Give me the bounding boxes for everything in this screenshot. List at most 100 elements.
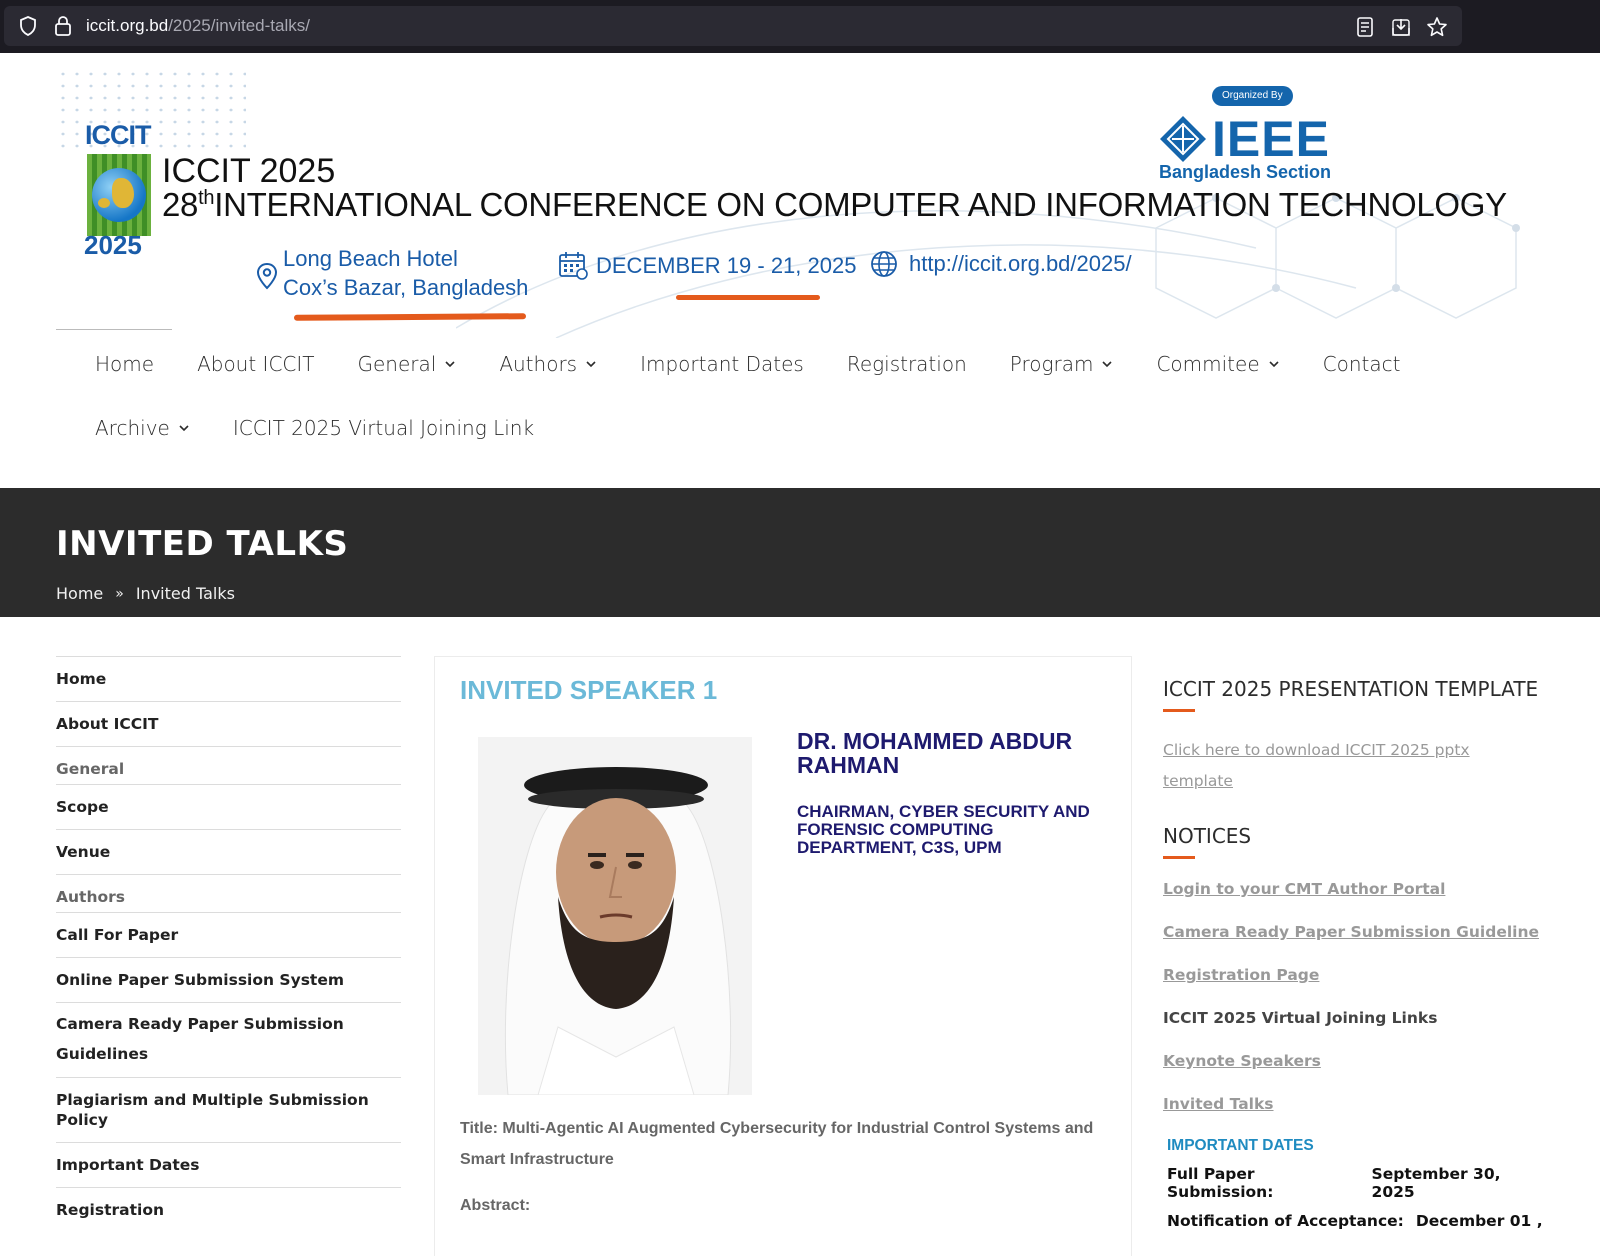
- nav-item-label: General: [357, 352, 437, 376]
- important-dates-list: Full Paper Submission: September 30, 2025…: [1167, 1165, 1543, 1230]
- logo-wordmark: ICCIT: [85, 120, 151, 150]
- sidebar-item-venue[interactable]: Venue: [56, 829, 401, 874]
- speaker-role: CHAIRMAN, CYBER SECURITY AND FORENSIC CO…: [797, 802, 1090, 857]
- star-bookmark-icon[interactable]: [1426, 16, 1448, 38]
- url-host: iccit.org.bd: [86, 16, 169, 35]
- nav-item-label: Authors: [499, 352, 578, 376]
- breadcrumb-home[interactable]: Home: [56, 584, 103, 603]
- sidebar-item-registration[interactable]: Registration: [56, 1187, 401, 1232]
- important-date-row: Full Paper Submission: September 30, 2025: [1167, 1165, 1543, 1201]
- nav-item-label: Important Dates: [640, 352, 804, 376]
- calendar-icon: [559, 252, 588, 280]
- nav-item-label: About ICCIT: [197, 352, 315, 376]
- important-dates-heading: IMPORTANT DATES: [1167, 1137, 1314, 1154]
- sidebar-group-authors: Authors: [56, 874, 401, 912]
- location-pin-icon: [256, 262, 278, 290]
- heading-accent-bar: [1163, 709, 1195, 712]
- reader-view-icon[interactable]: [1354, 16, 1376, 38]
- nav-item-iccit-2025-virtual-joining-link[interactable]: ICCIT 2025 Virtual Joining Link: [233, 416, 534, 440]
- notice-camera-ready-paper-submission-guideline[interactable]: Camera Ready Paper Submission Guideline: [1163, 922, 1543, 943]
- chevron-down-icon: [445, 361, 455, 368]
- nav-item-archive[interactable]: Archive: [95, 416, 190, 440]
- sidebar-item-online-paper-submission-system[interactable]: Online Paper Submission System: [56, 957, 401, 1002]
- venue-city: Cox’s Bazar, Bangladesh: [283, 275, 529, 300]
- conference-full-title: 28thINTERNATIONAL CONFERENCE ON COMPUTER…: [162, 186, 1507, 223]
- nav-item-label: ICCIT 2025 Virtual Joining Link: [232, 416, 535, 440]
- nav-item-contact[interactable]: Contact: [1323, 352, 1401, 376]
- nav-item-label: Program: [1009, 352, 1094, 376]
- important-date-value: September 30, 2025: [1371, 1165, 1501, 1201]
- logo-year: 2025: [84, 230, 142, 260]
- important-date-label: Full Paper Submission:: [1167, 1165, 1274, 1201]
- breadcrumb: Home » Invited Talks: [56, 584, 235, 603]
- globe-web-icon: [871, 251, 897, 277]
- chevron-down-icon: [179, 425, 189, 432]
- nav-item-label: Home: [95, 352, 155, 376]
- nav-item-authors[interactable]: Authors: [499, 352, 597, 376]
- template-download-link[interactable]: Click here to download ICCIT 2025 pptx t…: [1163, 735, 1543, 797]
- nav-item-label: Commitee: [1156, 352, 1260, 376]
- ieee-diamond-icon: [1160, 116, 1206, 162]
- speaker-portrait-illustration: [478, 737, 752, 1095]
- important-date-label: Notification of Acceptance:: [1167, 1212, 1404, 1230]
- breadcrumb-current: Invited Talks: [135, 584, 235, 603]
- important-date-row: Notification of Acceptance: December 01 ,: [1167, 1212, 1543, 1230]
- template-heading: ICCIT 2025 PRESENTATION TEMPLATE: [1163, 677, 1539, 701]
- date-underline: [676, 295, 820, 300]
- page-title-banner: INVITED TALKS Home » Invited Talks: [0, 488, 1600, 617]
- heading-accent-bar: [1163, 856, 1195, 859]
- sidebar-group-general: General: [56, 746, 401, 784]
- nav-item-label: Contact: [1322, 352, 1401, 376]
- ieee-section: Bangladesh Section: [1159, 162, 1332, 182]
- page-title: INVITED TALKS: [56, 524, 349, 564]
- nav-row-1: Home About ICCIT General Authors Important D…: [95, 352, 1443, 376]
- venue-hotel: Long Beach Hotel: [283, 246, 458, 271]
- sidebar-item-camera-ready-paper-submission-guidelines[interactable]: Camera Ready Paper Submission Guidelines: [56, 1002, 401, 1077]
- url-path: /2025/invited-talks/: [168, 16, 310, 35]
- notice-invited-talks[interactable]: Invited Talks: [1163, 1094, 1543, 1115]
- chevron-down-icon: [1269, 361, 1279, 368]
- notice-registration-page[interactable]: Registration Page: [1163, 965, 1543, 986]
- sidebar-item-important-dates[interactable]: Important Dates: [56, 1142, 401, 1187]
- sidebar-item-about-iccit[interactable]: About ICCIT: [56, 701, 401, 746]
- nav-item-important-dates[interactable]: Important Dates: [640, 352, 804, 376]
- header-divider: [56, 329, 172, 330]
- notices-heading: NOTICES: [1163, 824, 1252, 848]
- chevron-down-icon: [586, 361, 596, 368]
- speaker-photo: [478, 737, 752, 1095]
- notice-iccit-2025-virtual-joining-links[interactable]: ICCIT 2025 Virtual Joining Links: [1163, 1008, 1543, 1029]
- chevron-down-icon: [1102, 361, 1113, 368]
- speaker-panel: INVITED SPEAKER 1 DR. MOHAMMED ABDUR RAH…: [434, 656, 1132, 1256]
- conference-website[interactable]: http://iccit.org.bd/2025/: [909, 251, 1132, 277]
- nav-item-about-iccit[interactable]: About ICCIT: [197, 352, 314, 376]
- address-bar[interactable]: iccit.org.bd/2025/invited-talks/: [4, 6, 1462, 46]
- notice-keynote-speakers[interactable]: Keynote Speakers: [1163, 1051, 1543, 1072]
- conference-dates: DECEMBER 19 - 21, 2025: [596, 253, 857, 278]
- right-sidebar: ICCIT 2025 PRESENTATION TEMPLATE Click h…: [1163, 678, 1543, 1241]
- speaker-name: DR. MOHAMMED ABDUR RAHMAN: [797, 728, 1073, 778]
- sidebar-item-scope[interactable]: Scope: [56, 784, 401, 829]
- browser-toolbar: iccit.org.bd/2025/invited-talks/: [0, 0, 1600, 53]
- important-date-value: December 01 ,: [1415, 1212, 1543, 1230]
- notice-login-to-your-cmt-author-portal[interactable]: Login to your CMT Author Portal: [1163, 879, 1543, 900]
- globe-logo-icon: [87, 154, 151, 236]
- breadcrumb-separator: »: [115, 585, 124, 602]
- nav-item-registration[interactable]: Registration: [847, 352, 967, 376]
- nav-item-label: Registration: [846, 352, 967, 376]
- lock-icon[interactable]: [54, 15, 72, 37]
- sidebar-item-home[interactable]: Home: [56, 656, 401, 701]
- nav-item-general[interactable]: General: [358, 352, 457, 376]
- speaker-heading: INVITED SPEAKER 1: [460, 675, 718, 705]
- shield-icon[interactable]: [18, 16, 38, 36]
- download-icon[interactable]: [1390, 16, 1412, 38]
- sidebar-item-plagiarism-and-multiple-submission-policy[interactable]: Plagiarism and Multiple Submission Polic…: [56, 1077, 401, 1142]
- nav-item-program[interactable]: Program: [1010, 352, 1114, 376]
- sidebar-item-call-for-paper[interactable]: Call For Paper: [56, 912, 401, 957]
- nav-item-home[interactable]: Home: [95, 352, 154, 376]
- url-text[interactable]: iccit.org.bd/2025/invited-talks/: [86, 16, 310, 36]
- nav-row-2: Archive ICCIT 2025 Virtual Joining Link: [95, 416, 577, 440]
- sidebar-navigation: Home About ICCIT General Scope Venue Authors C…: [56, 656, 401, 1232]
- talk-title: Title: Multi-Agentic AI Augmented Cybers…: [460, 1120, 1094, 1168]
- nav-item-commitee[interactable]: Commitee: [1156, 352, 1279, 376]
- notices-list: Login to your CMT Author Portal Camera Re…: [1163, 879, 1543, 1115]
